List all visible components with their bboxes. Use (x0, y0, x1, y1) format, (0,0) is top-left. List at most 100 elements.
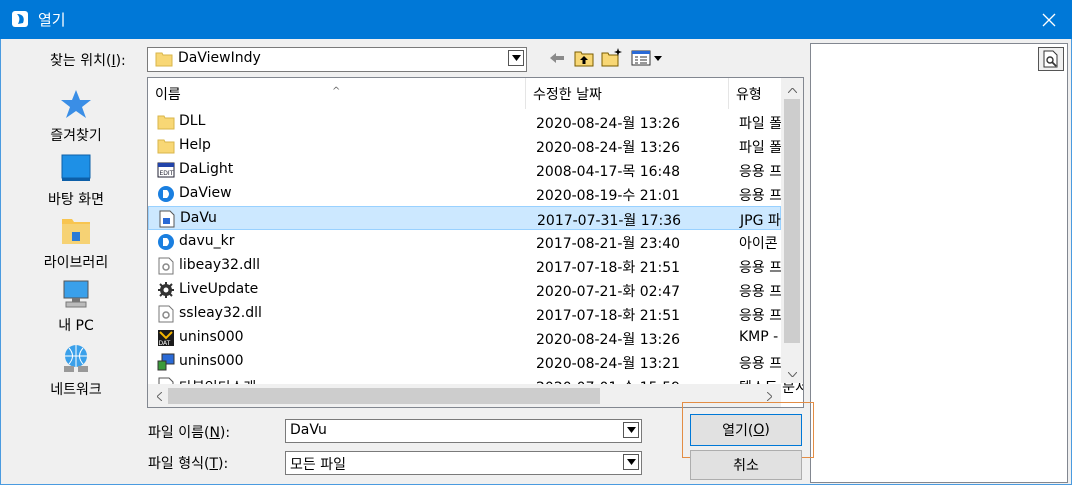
table-row[interactable]: DLL 2020-08-24-월 13:26 파일 폴더 (148, 110, 795, 134)
lookin-label: 찾는 위치(I): (50, 53, 126, 69)
svg-text:EDIT: EDIT (160, 170, 174, 177)
place-desktop[interactable]: 바탕 화면 (32, 152, 120, 214)
svg-text:DAT: DAT (159, 340, 171, 347)
lookin-combo[interactable]: DaViewIndy (147, 47, 527, 72)
table-row[interactable]: unins0002020-08-24-월 13:21응용 프로그램 (148, 350, 803, 374)
window-title: 열기 (38, 11, 66, 29)
table-row[interactable]: DaVu 2017-07-31-월 17:36 JPG 파일 (148, 206, 794, 230)
file-date-cell: 2017-07-31-월 17:36 (537, 213, 682, 229)
scroll-thumb[interactable] (784, 99, 800, 343)
file-date-cell: 2017-07-18-화 21:51 (536, 260, 681, 276)
network-icon (64, 345, 88, 372)
library-icon (62, 219, 90, 244)
desktop-icon (61, 154, 91, 181)
up-folder-button[interactable] (573, 48, 595, 68)
dll-file-icon (158, 305, 174, 323)
place-library[interactable]: 라이브러리 (32, 215, 120, 277)
dat-file-icon: DAT (158, 330, 174, 347)
file-list[interactable]: 이름 ^ 수정한 날짜 유형 DLL 2020-08-24-월 13:26 파일 폴… (147, 77, 804, 408)
image-file-icon (159, 210, 175, 228)
sort-up-icon: ^ (332, 86, 341, 97)
column-type[interactable]: 유형 (729, 78, 789, 109)
table-row[interactable]: ssleay32.dll2017-07-18-화 21:51응용 프로그램 확장 (148, 302, 803, 326)
file-name-cell: davu_kr (179, 233, 235, 249)
app-icon (12, 11, 28, 27)
file-name-cell: unins000 (179, 353, 244, 369)
filetype-label: 파일 형식(T): (148, 456, 229, 472)
file-date-cell: 2020-08-24-월 13:26 (536, 140, 681, 156)
file-date-cell: 2020-08-24-월 13:26 (536, 332, 681, 348)
place-this-pc[interactable]: 내 PC (32, 278, 120, 340)
open-button[interactable]: 열기(O) (690, 414, 802, 446)
close-button[interactable] (1026, 0, 1072, 39)
file-date-cell: 2008-04-17-목 16:48 (536, 164, 681, 180)
chevron-down-icon[interactable] (623, 454, 639, 470)
place-network[interactable]: 네트워크 (32, 342, 120, 404)
file-date-cell: 2020-07-21-화 02:47 (536, 284, 681, 300)
table-row[interactable]: davu_kr 2017-08-21-월 23:40 아이콘 (148, 230, 781, 254)
file-date-cell: 2020-08-19-수 21:01 (536, 188, 681, 204)
hscroll-thumb[interactable] (168, 388, 600, 404)
filetype-select[interactable]: 모든 파일 (285, 451, 642, 475)
close-icon (1042, 13, 1056, 26)
gear-app-icon (158, 282, 174, 298)
chevron-down-icon[interactable] (508, 50, 524, 66)
computer-icon (63, 280, 89, 308)
column-name[interactable]: 이름 ^ (148, 78, 526, 109)
file-type-cell: 아이콘 (739, 236, 778, 252)
file-date-cell: 2017-07-18-화 21:51 (536, 308, 681, 324)
filename-value: DaVu (290, 422, 327, 438)
file-name-cell: DLL (179, 113, 206, 129)
back-button[interactable] (546, 48, 568, 68)
file-name-cell: unins000 (179, 329, 244, 345)
table-row[interactable]: EDITDaLight2008-04-17-목 16:48응용 프로그램 (148, 158, 803, 182)
file-name-cell: DaLight (179, 161, 234, 177)
lookin-value: DaViewIndy (178, 50, 261, 66)
daview-icon (158, 234, 174, 250)
file-date-cell: 2017-08-21-월 23:40 (536, 236, 681, 252)
file-name-cell: libeay32.dll (179, 257, 261, 273)
file-name-cell: DaVu (180, 210, 217, 226)
column-date[interactable]: 수정한 날짜 (526, 78, 729, 109)
file-name-cell: ssleay32.dll (179, 305, 262, 321)
vertical-scrollbar[interactable] (781, 78, 803, 383)
preview-toggle-button[interactable] (1038, 47, 1064, 71)
table-row[interactable]: DaView2020-08-19-수 21:01응용 프로그램 (148, 182, 803, 206)
folder-icon (155, 52, 173, 67)
view-menu-icon (631, 50, 662, 66)
scroll-left-icon[interactable] (150, 387, 168, 405)
filename-label: 파일 이름(N): (148, 425, 231, 441)
new-folder-button[interactable] (601, 47, 623, 67)
table-row[interactable]: Help 2020-08-24-월 13:26 파일 폴더 (148, 134, 795, 158)
file-date-cell: 2020-08-24-월 13:26 (536, 116, 681, 132)
place-favorites[interactable]: 즐겨찾기 (32, 88, 120, 150)
table-row[interactable]: libeay32.dll2017-07-18-화 21:51응용 프로그램 확장 (148, 254, 803, 278)
file-date-cell: 2020-08-24-월 13:21 (536, 356, 681, 372)
scroll-up-icon[interactable] (781, 81, 803, 99)
star-icon (61, 90, 91, 118)
file-name-cell: LiveUpdate (179, 281, 259, 297)
uninstall-icon (157, 353, 175, 371)
scroll-down-icon[interactable] (781, 365, 803, 383)
preview-pane (810, 43, 1068, 483)
title-bar: 열기 (0, 0, 1072, 39)
filetype-value: 모든 파일 (290, 457, 346, 473)
filename-input[interactable]: DaVu (285, 419, 642, 443)
new-folder-icon (601, 48, 622, 67)
file-name-cell: Help (179, 137, 211, 153)
table-row[interactable]: LiveUpdate2020-07-21-화 02:47응용 프로그램 (148, 278, 803, 302)
place-label: 네트워크 (50, 382, 102, 398)
place-label: 즐겨찾기 (50, 128, 102, 144)
back-arrow-icon (550, 53, 564, 63)
daview-icon (158, 186, 174, 202)
place-label: 바탕 화면 (48, 192, 104, 208)
folder-icon (157, 115, 175, 130)
view-menu-button[interactable] (630, 48, 666, 68)
place-label: 라이브러리 (43, 255, 109, 271)
folder-icon (157, 139, 175, 154)
cancel-button[interactable]: 취소 (690, 450, 802, 480)
list-header: 이름 ^ 수정한 날짜 유형 (148, 78, 789, 109)
chevron-down-icon[interactable] (623, 422, 639, 438)
table-row[interactable]: DAT unins000 2020-08-24-월 13:26 KMP - DAT (148, 326, 803, 350)
edit-app-icon: EDIT (157, 162, 175, 178)
